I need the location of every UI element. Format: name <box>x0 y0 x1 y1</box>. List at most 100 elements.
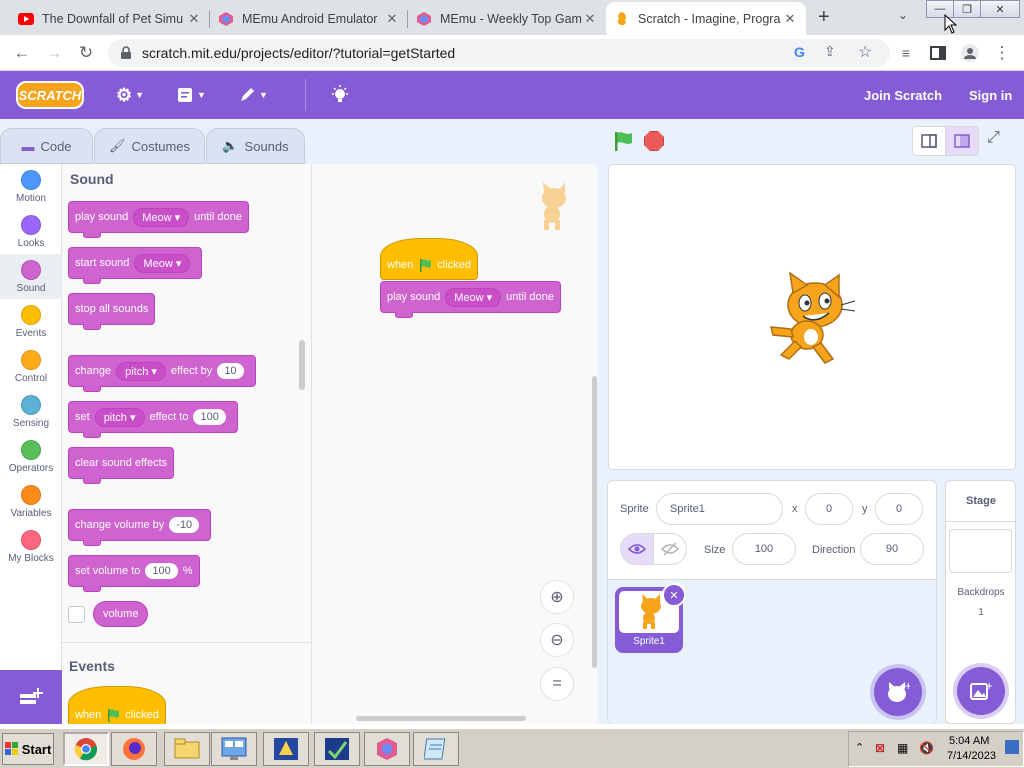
taskbar-memu[interactable] <box>364 732 410 766</box>
number-input[interactable]: 100 <box>193 409 226 425</box>
file-menu-icon[interactable]: ▼ <box>176 71 206 119</box>
category-motion[interactable]: Motion <box>0 164 62 209</box>
tray-device-icon[interactable]: ▦ <box>897 741 908 755</box>
taskbar-explorer[interactable] <box>164 732 210 766</box>
close-tab-icon[interactable]: ✕ <box>782 11 798 27</box>
taskbar-app-6[interactable] <box>314 732 360 766</box>
tray-expand-icon[interactable]: ⌃ <box>855 741 864 754</box>
edit-menu-icon[interactable]: ▼ <box>238 71 268 119</box>
category-my-blocks[interactable]: My Blocks <box>0 524 62 569</box>
stage-target-panel[interactable]: Stage Backdrops 1 + <box>945 480 1016 724</box>
block-clear-sound-effects[interactable]: clear sound effects <box>68 447 175 484</box>
taskbar-app-5[interactable] <box>263 732 309 766</box>
y-input[interactable]: 0 <box>875 493 923 525</box>
x-input[interactable]: 0 <box>805 493 853 525</box>
browser-tab-1[interactable]: The Downfall of Pet Simu ✕ <box>10 2 210 35</box>
script-hat-when-flag-clicked[interactable]: when clicked <box>380 238 478 280</box>
choose-sprite-button[interactable]: + <box>874 668 922 716</box>
stage-canvas[interactable] <box>608 164 1016 470</box>
new-tab-icon[interactable]: + <box>818 6 830 29</box>
close-tab-icon[interactable]: ✕ <box>582 11 598 27</box>
size-input[interactable]: 100 <box>732 533 796 565</box>
category-sound[interactable]: Sound <box>0 254 62 299</box>
block-play-sound-until-done[interactable]: play sound Meow ▾ until done <box>68 201 249 238</box>
code-workspace[interactable]: when clicked play sound Meow ▾ until done … <box>312 164 597 724</box>
block-start-sound[interactable]: start sound Meow ▾ <box>68 247 203 284</box>
stop-sign-icon[interactable] <box>644 131 664 151</box>
browser-tab-4[interactable]: Scratch - Imagine, Progra ✕ <box>606 2 806 35</box>
share-icon[interactable]: ⇪ <box>824 43 836 60</box>
direction-input[interactable]: 90 <box>860 533 924 565</box>
effect-dropdown[interactable]: pitch ▾ <box>116 361 166 381</box>
start-button[interactable]: Start <box>2 733 54 765</box>
taskbar-control-panel[interactable] <box>211 732 257 766</box>
sprite-name-input[interactable]: Sprite1 <box>656 493 783 525</box>
number-input[interactable]: -10 <box>169 517 200 533</box>
back-icon[interactable]: ← <box>10 41 34 65</box>
bookmark-star-icon[interactable]: ☆ <box>858 42 872 62</box>
category-variables[interactable]: Variables <box>0 479 62 524</box>
tutorials-lightbulb-icon[interactable] <box>330 71 350 119</box>
settings-gear-icon[interactable]: ⚙ ▼ <box>116 71 144 119</box>
tab-costumes[interactable]: 🖌 Costumes <box>94 128 205 164</box>
category-looks[interactable]: Looks <box>0 209 62 254</box>
block-stop-all-sounds[interactable]: stop all sounds <box>68 293 156 330</box>
palette-scrollbar[interactable] <box>299 340 305 390</box>
small-stage-button[interactable] <box>912 126 946 156</box>
show-desktop-icon[interactable] <box>1005 740 1019 754</box>
block-change-effect[interactable]: change pitch ▾ effect by 10 <box>68 355 256 392</box>
taskbar-chrome[interactable] <box>63 732 109 766</box>
scratch-cat-sprite[interactable] <box>767 271 857 367</box>
category-sensing[interactable]: Sensing <box>0 389 62 434</box>
tab-code[interactable]: ▬ Code <box>0 128 93 164</box>
large-stage-button[interactable] <box>945 126 979 156</box>
join-scratch-link[interactable]: Join Scratch <box>864 71 942 119</box>
sound-dropdown[interactable]: Meow ▾ <box>133 207 190 227</box>
add-extension-button[interactable] <box>0 670 62 724</box>
block-volume-reporter[interactable]: volume <box>93 601 149 627</box>
block-set-effect[interactable]: set pitch ▾ effect to 100 <box>68 401 238 438</box>
choose-backdrop-button[interactable]: + <box>957 667 1005 715</box>
more-menu-icon[interactable]: ⋮ <box>990 41 1014 65</box>
close-tab-icon[interactable]: ✕ <box>384 11 400 27</box>
media-control-icon[interactable]: ≡ <box>894 41 918 65</box>
block-change-volume[interactable]: change volume by -10 <box>68 509 212 546</box>
taskbar-firefox[interactable] <box>111 732 157 766</box>
tab-sounds[interactable]: 🔈 Sounds <box>206 128 305 164</box>
backdrop-thumbnail[interactable] <box>949 529 1012 573</box>
browser-tab-3[interactable]: MEmu - Weekly Top Gam ✕ <box>408 2 606 35</box>
block-when-flag-clicked[interactable]: when clicked <box>68 686 166 724</box>
sign-in-link[interactable]: Sign in <box>969 71 1012 119</box>
delete-sprite-icon[interactable]: ✕ <box>662 583 686 607</box>
fullscreen-icon[interactable]: ⤢ <box>987 129 1000 147</box>
address-bar[interactable]: scratch.mit.edu/projects/editor/?tutoria… <box>108 39 890 67</box>
effect-dropdown[interactable]: pitch ▾ <box>94 407 145 427</box>
sound-dropdown[interactable]: Meow ▾ <box>134 253 191 273</box>
zoom-out-button[interactable]: ⊖ <box>540 623 574 657</box>
profile-icon[interactable] <box>958 41 982 65</box>
volume-monitor-checkbox[interactable] <box>68 606 85 623</box>
zoom-reset-button[interactable]: = <box>540 667 574 701</box>
close-tab-icon[interactable]: ✕ <box>186 11 202 27</box>
block-set-volume[interactable]: set volume to 100% <box>68 555 200 592</box>
number-input[interactable]: 100 <box>145 563 178 579</box>
category-events[interactable]: Events <box>0 299 62 344</box>
reload-icon[interactable]: ↻ <box>74 41 98 65</box>
browser-tab-2[interactable]: MEmu Android Emulator ✕ <box>210 2 408 35</box>
google-icon[interactable]: G <box>794 44 805 60</box>
network-warning-icon[interactable]: ⊠ <box>875 741 885 755</box>
workspace-horizontal-scrollbar[interactable] <box>356 716 526 721</box>
show-sprite-button[interactable] <box>620 533 654 565</box>
taskbar-notepad[interactable] <box>413 732 459 766</box>
category-operators[interactable]: Operators <box>0 434 62 479</box>
green-flag-icon[interactable] <box>612 130 634 152</box>
number-input[interactable]: 10 <box>217 363 244 379</box>
hide-sprite-button[interactable] <box>653 533 687 565</box>
forward-icon[interactable]: → <box>42 41 66 65</box>
scratch-logo[interactable]: SCRATCH <box>16 81 84 109</box>
close-window-icon[interactable]: ✕ <box>980 0 1020 18</box>
volume-muted-icon[interactable]: 🔇 <box>919 741 934 755</box>
tab-search-icon[interactable]: ⌄ <box>898 8 908 22</box>
category-control[interactable]: Control <box>0 344 62 389</box>
script-play-sound-until-done[interactable]: play sound Meow ▾ until done <box>380 281 561 318</box>
